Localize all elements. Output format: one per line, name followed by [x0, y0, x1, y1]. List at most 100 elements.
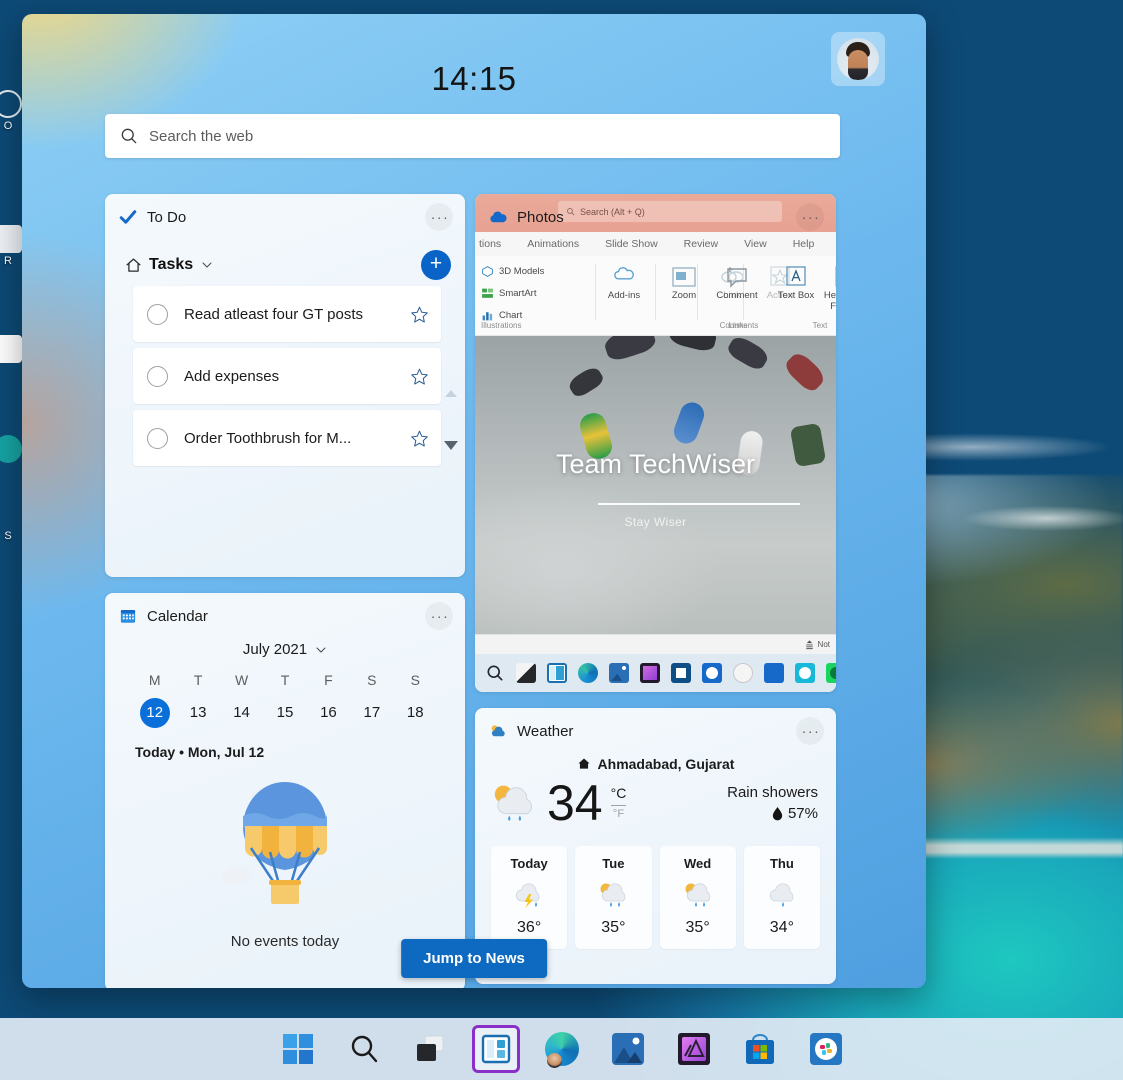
zoom-icon	[671, 266, 697, 288]
sun-rain-icon	[489, 780, 543, 826]
notes-icon[interactable]	[804, 639, 815, 650]
calendar-day[interactable]: 13	[176, 698, 219, 728]
calendar-day[interactable]: 14	[220, 698, 263, 728]
droplet-icon	[772, 807, 783, 821]
forecast-day[interactable]: Today 36°	[491, 846, 567, 949]
todo-list-header[interactable]: Tasks +	[105, 240, 465, 286]
widgets-scroll-region[interactable]: 14:15 Search the web To Do ···	[22, 14, 926, 988]
chevron-down-icon	[315, 644, 327, 656]
whatsapp-icon[interactable]	[795, 663, 815, 683]
powerpoint-statusbar: Not	[475, 634, 836, 654]
chevron-down-icon[interactable]	[201, 259, 213, 271]
search-icon[interactable]	[485, 663, 505, 683]
ribbon-group-label: Illustrations	[481, 321, 591, 330]
todo-checkbox[interactable]	[147, 366, 168, 387]
photos-icon[interactable]	[609, 663, 629, 683]
todo-scrollbar[interactable]	[443, 390, 459, 450]
taskbar-widgets-button[interactable]	[474, 1027, 518, 1071]
forecast-day[interactable]: Thu 34°	[744, 846, 820, 949]
taskbar-start-button[interactable]	[276, 1027, 320, 1071]
search-icon	[119, 126, 139, 146]
weather-unit-celsius[interactable]: °C	[611, 786, 627, 803]
ribbon-button-3d-models[interactable]: 3D Models	[481, 262, 591, 280]
calendar-more-button[interactable]: ···	[425, 602, 453, 630]
ribbon-button-addins[interactable]: Add-ins	[603, 266, 645, 302]
calendar-day[interactable]: 15	[263, 698, 306, 728]
info-icon[interactable]	[733, 663, 753, 683]
ribbon-button-label: SmartArt	[499, 288, 536, 299]
search-input[interactable]: Search the web	[105, 114, 840, 158]
photos-screenshot: Search (Alt + Q) tions Animations Slide …	[475, 194, 836, 692]
photos-widget[interactable]: Search (Alt + Q) tions Animations Slide …	[475, 194, 836, 692]
calendar-dow: T	[263, 672, 306, 698]
outlook-icon[interactable]	[764, 663, 784, 683]
account-avatar-button[interactable]	[831, 32, 885, 86]
powerpoint-ribbon[interactable]: 3D Models SmartArt	[475, 256, 836, 336]
calendar-dow: S	[350, 672, 393, 698]
ribbon-group-label: Text	[775, 321, 836, 330]
todo-checkbox[interactable]	[147, 304, 168, 325]
text-box-icon	[783, 266, 809, 288]
calendar-grid: M T W T F S S 12 13 14 15 16 17	[133, 672, 437, 728]
widgets-icon[interactable]	[547, 663, 567, 683]
store-icon[interactable]	[671, 663, 691, 683]
forecast-day-name: Wed	[660, 856, 736, 871]
todo-item-text: Read atleast four GT posts	[184, 306, 410, 323]
photos-more-button[interactable]: ···	[796, 203, 824, 231]
star-icon[interactable]	[410, 429, 429, 448]
document-icon	[0, 225, 22, 253]
taskbar-affinity-button[interactable]	[672, 1027, 716, 1071]
taskbar-photos-button[interactable]	[606, 1027, 650, 1071]
teal-app-icon	[0, 435, 22, 463]
todo-widget[interactable]: To Do ··· Tasks + Read atleast four GT p…	[105, 194, 465, 577]
windows-start-icon	[281, 1032, 315, 1066]
calendar-widget[interactable]: Calendar ··· July 2021 M T W T F	[105, 593, 465, 988]
calendar-day[interactable]: 18	[394, 698, 437, 728]
todo-item[interactable]: Order Toothbrush for M...	[133, 410, 441, 466]
calendar-month-selector[interactable]: July 2021	[105, 641, 465, 658]
comment-icon	[724, 266, 750, 288]
weather-more-button[interactable]: ···	[796, 717, 824, 745]
affinity-icon[interactable]	[640, 663, 660, 683]
ribbon-button-comment[interactable]: Comment	[697, 266, 777, 302]
jump-to-news-button[interactable]: Jump to News	[401, 939, 547, 978]
taskbar-search-button[interactable]	[342, 1027, 386, 1071]
todo-item[interactable]: Read atleast four GT posts	[133, 286, 441, 342]
todo-add-task-button[interactable]: +	[421, 250, 451, 280]
edge-icon[interactable]	[578, 663, 598, 683]
calendar-day[interactable]: 16	[307, 698, 350, 728]
skydiver	[671, 399, 708, 447]
recycle-bin-icon	[0, 90, 22, 118]
task-view-icon	[413, 1032, 447, 1066]
calendar-today-label: Today • Mon, Jul 12	[135, 744, 465, 760]
calendar-day-today[interactable]: 12	[133, 698, 176, 728]
weather-unit-toggle[interactable]: °C °F	[611, 786, 627, 819]
scroll-down-icon[interactable]	[444, 441, 458, 450]
calendar-day-number: 13	[183, 698, 213, 728]
star-icon[interactable]	[410, 305, 429, 324]
taskbar-task-view-button[interactable]	[408, 1027, 452, 1071]
spotify-icon[interactable]	[826, 663, 836, 683]
weather-unit-divider	[611, 805, 627, 806]
skydiver	[566, 364, 605, 399]
star-icon[interactable]	[410, 367, 429, 386]
forecast-day[interactable]: Tue 35°	[575, 846, 651, 949]
todo-more-button[interactable]: ···	[425, 203, 453, 231]
skydiver	[602, 336, 658, 363]
taskbar-slack-button[interactable]	[804, 1027, 848, 1071]
ribbon-button-label: Text Box	[778, 290, 814, 301]
todo-item[interactable]: Add expenses	[133, 348, 441, 404]
todo-checkbox[interactable]	[147, 428, 168, 449]
weather-unit-fahrenheit[interactable]: °F	[611, 807, 627, 820]
taskbar-edge-button[interactable]	[540, 1027, 584, 1071]
ribbon-button-smartart[interactable]: SmartArt	[481, 284, 591, 302]
disc-icon[interactable]	[702, 663, 722, 683]
calendar-day[interactable]: 17	[350, 698, 393, 728]
header-footer-icon	[831, 266, 836, 288]
forecast-day[interactable]: Wed 35°	[660, 846, 736, 949]
calendar-dow: F	[307, 672, 350, 698]
scroll-up-icon[interactable]	[445, 390, 457, 397]
ribbon-divider	[655, 264, 656, 320]
taskbar-store-button[interactable]	[738, 1027, 782, 1071]
task-view-icon[interactable]	[516, 663, 536, 683]
